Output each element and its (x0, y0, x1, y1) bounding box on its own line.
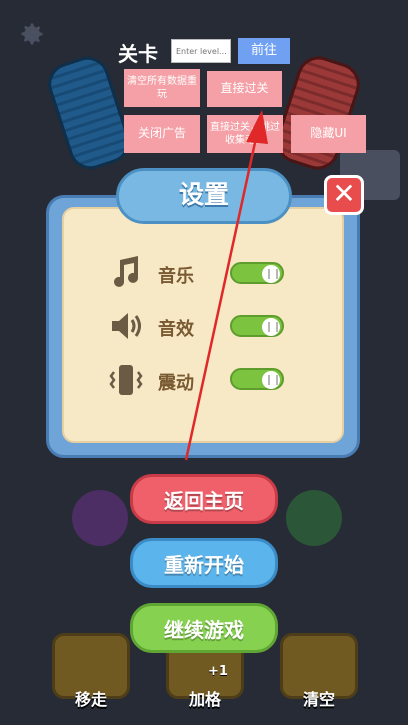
coin-slot-green (286, 490, 342, 546)
restart-button[interactable]: 重新开始 (130, 538, 278, 588)
coin-stack-blue (42, 51, 136, 175)
skip-level-button[interactable]: 直接过关 (207, 71, 282, 107)
go-button[interactable]: 前往 (238, 38, 290, 64)
music-note-icon (114, 256, 138, 287)
clear-label: 清空 (302, 690, 335, 709)
settings-title: 设置 (178, 180, 229, 209)
music-label: 音乐 (158, 266, 194, 287)
close-ads-button[interactable]: 关闭广告 (124, 115, 200, 153)
skip-level-anim-button[interactable]: 直接过关，跳过收集动画 (207, 115, 283, 153)
hide-ui-button[interactable]: 隐藏UI (291, 115, 366, 153)
toggle-knob (262, 265, 280, 283)
toggle-knob (262, 318, 280, 336)
level-input[interactable] (171, 39, 231, 63)
home-button[interactable]: 返回主页 (130, 474, 278, 524)
vibration-icon (109, 365, 143, 395)
sound-label: 音效 (158, 319, 194, 340)
toggle-knob (262, 371, 280, 389)
close-button[interactable]: ✕ (324, 175, 364, 215)
speaker-icon (112, 313, 141, 339)
settings-panel (62, 207, 344, 443)
vibration-toggle[interactable] (230, 368, 284, 390)
music-toggle[interactable] (230, 262, 284, 284)
add-slot-badge: +1 (208, 664, 228, 679)
sound-toggle[interactable] (230, 315, 284, 337)
gear-icon[interactable] (18, 20, 46, 48)
add-slot-label: 加格 (188, 690, 221, 709)
continue-button[interactable]: 继续游戏 (130, 603, 278, 653)
level-title: 关卡 (118, 42, 158, 66)
move-label: 移走 (74, 690, 107, 709)
clear-data-button[interactable]: 清空所有数据重玩 (124, 69, 200, 107)
coin-slot-purple (72, 490, 128, 546)
vibration-label: 震动 (158, 373, 194, 394)
